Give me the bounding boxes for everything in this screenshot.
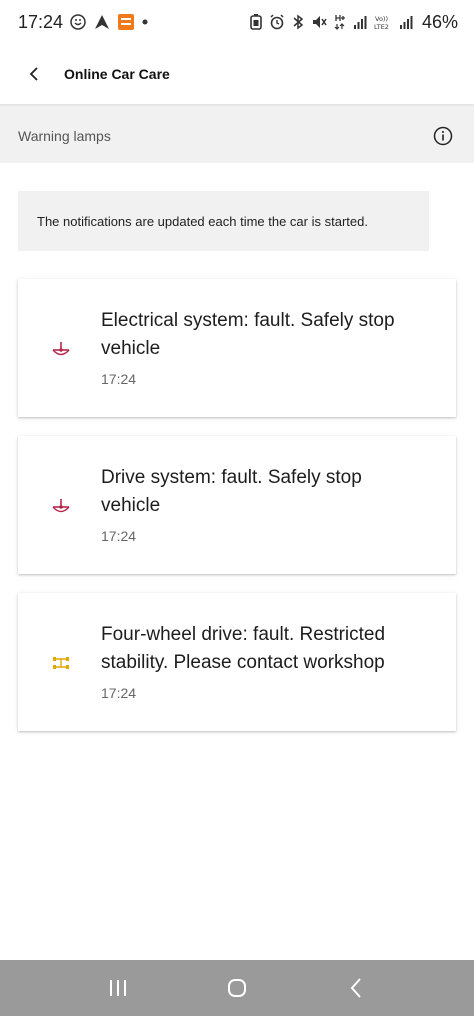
navigation-app-icon xyxy=(93,13,111,31)
dot-icon xyxy=(141,18,149,26)
svg-text:LTE2: LTE2 xyxy=(374,23,389,30)
recent-apps-icon xyxy=(109,980,126,996)
warning-card-body: Drive system: fault. Safely stop vehicle… xyxy=(101,464,421,544)
page-title: Online Car Care xyxy=(64,66,170,82)
warning-time: 17:24 xyxy=(101,685,137,701)
warning-time: 17:24 xyxy=(101,528,137,544)
signal-icon xyxy=(399,15,413,29)
info-icon xyxy=(433,126,453,145)
warning-card[interactable]: Four-wheel drive: fault. Restricted stab… xyxy=(18,593,456,731)
info-button[interactable] xyxy=(432,125,454,147)
home-icon xyxy=(227,979,246,997)
shopping-app-icon xyxy=(117,13,135,31)
chevron-left-icon xyxy=(29,67,38,81)
volte-icon: Vo)) LTE2 xyxy=(374,14,392,30)
home-button[interactable] xyxy=(217,968,257,1008)
warning-card-body: Electrical system: fault. Safely stop ve… xyxy=(101,307,421,387)
notice-text: The notifications are updated each time … xyxy=(37,213,368,229)
nav-back-button[interactable] xyxy=(336,968,376,1008)
status-left: 17:24 xyxy=(18,12,149,33)
warning-message: Electrical system: fault. Safely stop ve… xyxy=(101,310,395,359)
warning-time: 17:24 xyxy=(101,371,137,387)
status-bar: 17:24 Vo)) LTE2 46% xyxy=(0,0,474,44)
four-wheel-drive-icon xyxy=(49,653,73,673)
app-header: Online Car Care xyxy=(0,44,474,104)
recent-apps-button[interactable] xyxy=(98,968,138,1008)
battery-percent: 46% xyxy=(421,11,458,32)
messenger-icon xyxy=(69,13,87,31)
drive-system-warning-icon xyxy=(49,496,73,516)
back-icon xyxy=(350,978,362,998)
warning-card[interactable]: Electrical system: fault. Safely stop ve… xyxy=(18,279,456,417)
mute-icon xyxy=(311,14,327,30)
back-button[interactable] xyxy=(17,57,51,91)
hplus-data-icon xyxy=(334,14,346,30)
signal-icon xyxy=(353,15,367,29)
status-right: Vo)) LTE2 46% xyxy=(250,12,458,33)
battery-saver-icon xyxy=(250,14,262,30)
section-title: Warning lamps xyxy=(18,127,111,144)
status-time: 17:24 xyxy=(18,11,64,32)
bluetooth-icon xyxy=(292,14,304,30)
warning-message: Four-wheel drive: fault. Restricted stab… xyxy=(101,624,386,673)
system-nav-bar xyxy=(0,960,474,1016)
section-header: Warning lamps xyxy=(0,108,474,163)
electrical-warning-icon xyxy=(49,339,73,359)
alarm-icon xyxy=(269,14,285,30)
update-notice: The notifications are updated each time … xyxy=(18,191,429,251)
svg-text:Vo)): Vo)) xyxy=(375,15,388,23)
warning-card-body: Four-wheel drive: fault. Restricted stab… xyxy=(101,621,421,701)
warning-card[interactable]: Drive system: fault. Safely stop vehicle… xyxy=(18,436,456,574)
warning-message: Drive system: fault. Safely stop vehicle xyxy=(101,467,362,516)
